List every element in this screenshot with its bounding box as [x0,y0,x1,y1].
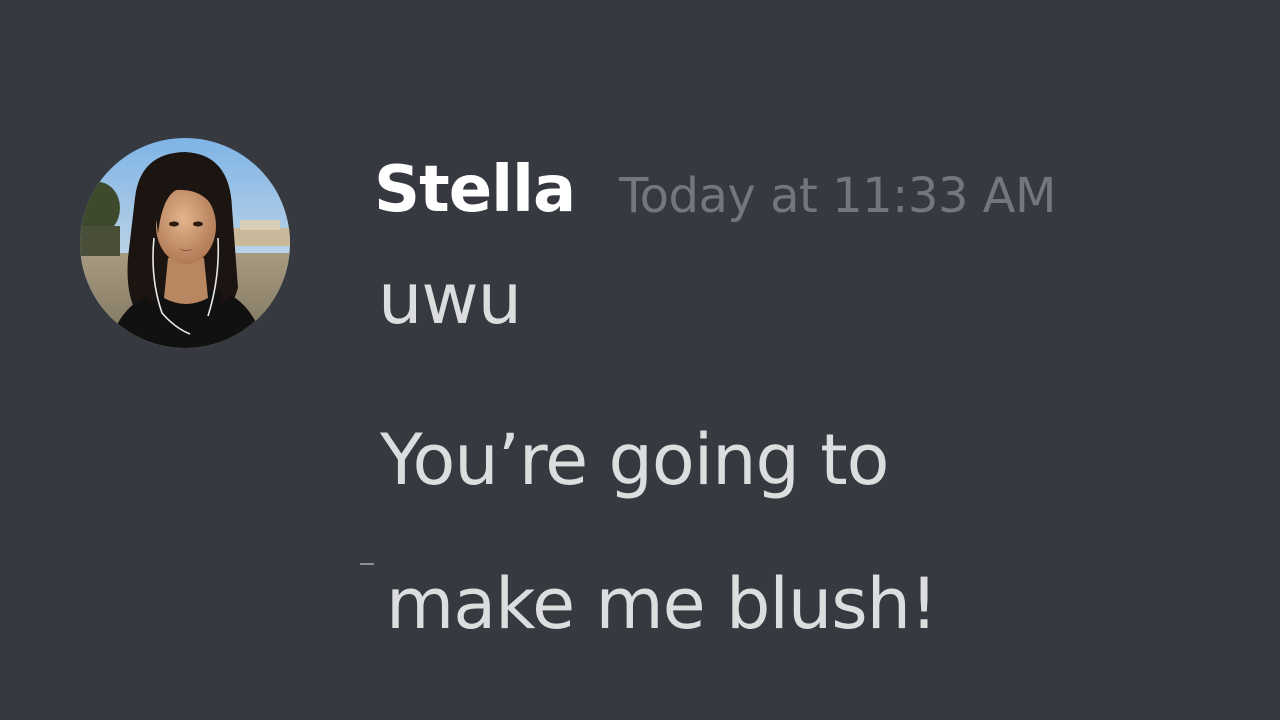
message-line: make me blush! [386,563,938,645]
user-avatar[interactable] [80,138,290,348]
username[interactable]: Stella [374,150,576,230]
divider-mark [360,563,374,565]
message-line: uwu [378,258,522,340]
chat-pane: Stella Today at 11:33 AM uwu You’re goin… [0,0,1280,720]
chat-message: Stella Today at 11:33 AM uwu You’re goin… [0,0,1280,720]
message-timestamp: Today at 11:33 AM [619,168,1056,224]
avatar-photo [80,138,290,348]
message-line: You’re going to [380,419,889,501]
